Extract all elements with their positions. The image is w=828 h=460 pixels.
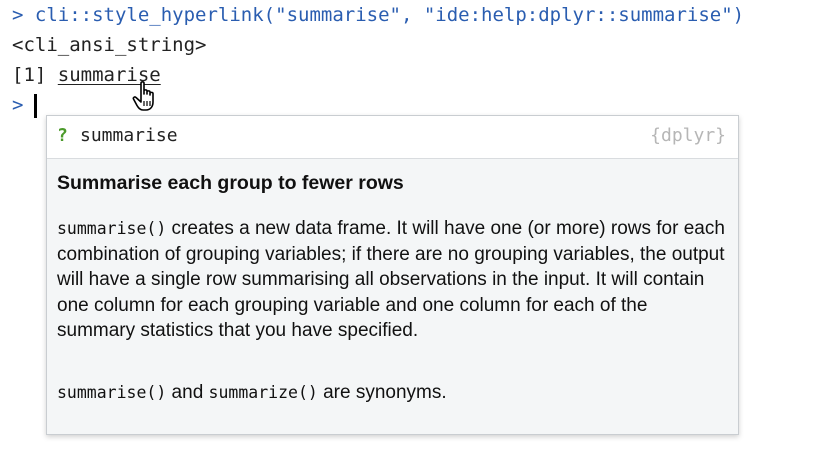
popup-function-name: summarise (80, 125, 178, 146)
popup-description: summarise() creates a new data frame. It… (57, 216, 729, 344)
r-console[interactable]: > cli::style_hyperlink("summarise", "ide… (0, 0, 828, 460)
console-command-line: > cli::style_hyperlink("summarise", "ide… (12, 0, 744, 30)
help-tooltip-popup[interactable]: ? summarise {dplyr} Summarise each group… (46, 115, 739, 435)
console-input-line[interactable]: > (12, 90, 23, 120)
popup-package-label: {dplyr} (650, 125, 726, 146)
popup-title: Summarise each group to fewer rows (57, 172, 404, 194)
desc-code-summarise: summarise() (57, 219, 167, 238)
popup-synonym-note: summarise() and summarize() are synonyms… (57, 382, 447, 404)
console-output-class: <cli_ansi_string> (12, 34, 207, 56)
hand-pointer-icon (132, 81, 154, 111)
text-caret (34, 94, 37, 118)
note-text-and: and (166, 382, 209, 403)
popup-header: ? summarise {dplyr} (47, 116, 738, 159)
note-code-summarise: summarise() (57, 383, 167, 402)
console-current-prompt: > (12, 94, 24, 116)
console-prompt: > (12, 4, 24, 26)
note-text-synonyms: are synonyms. (317, 382, 447, 403)
console-command: cli::style_hyperlink("summarise", "ide:h… (34, 4, 745, 26)
note-code-summarize: summarize() (208, 383, 318, 402)
output-index: [1] (12, 64, 47, 86)
question-mark-icon: ? (57, 125, 68, 146)
